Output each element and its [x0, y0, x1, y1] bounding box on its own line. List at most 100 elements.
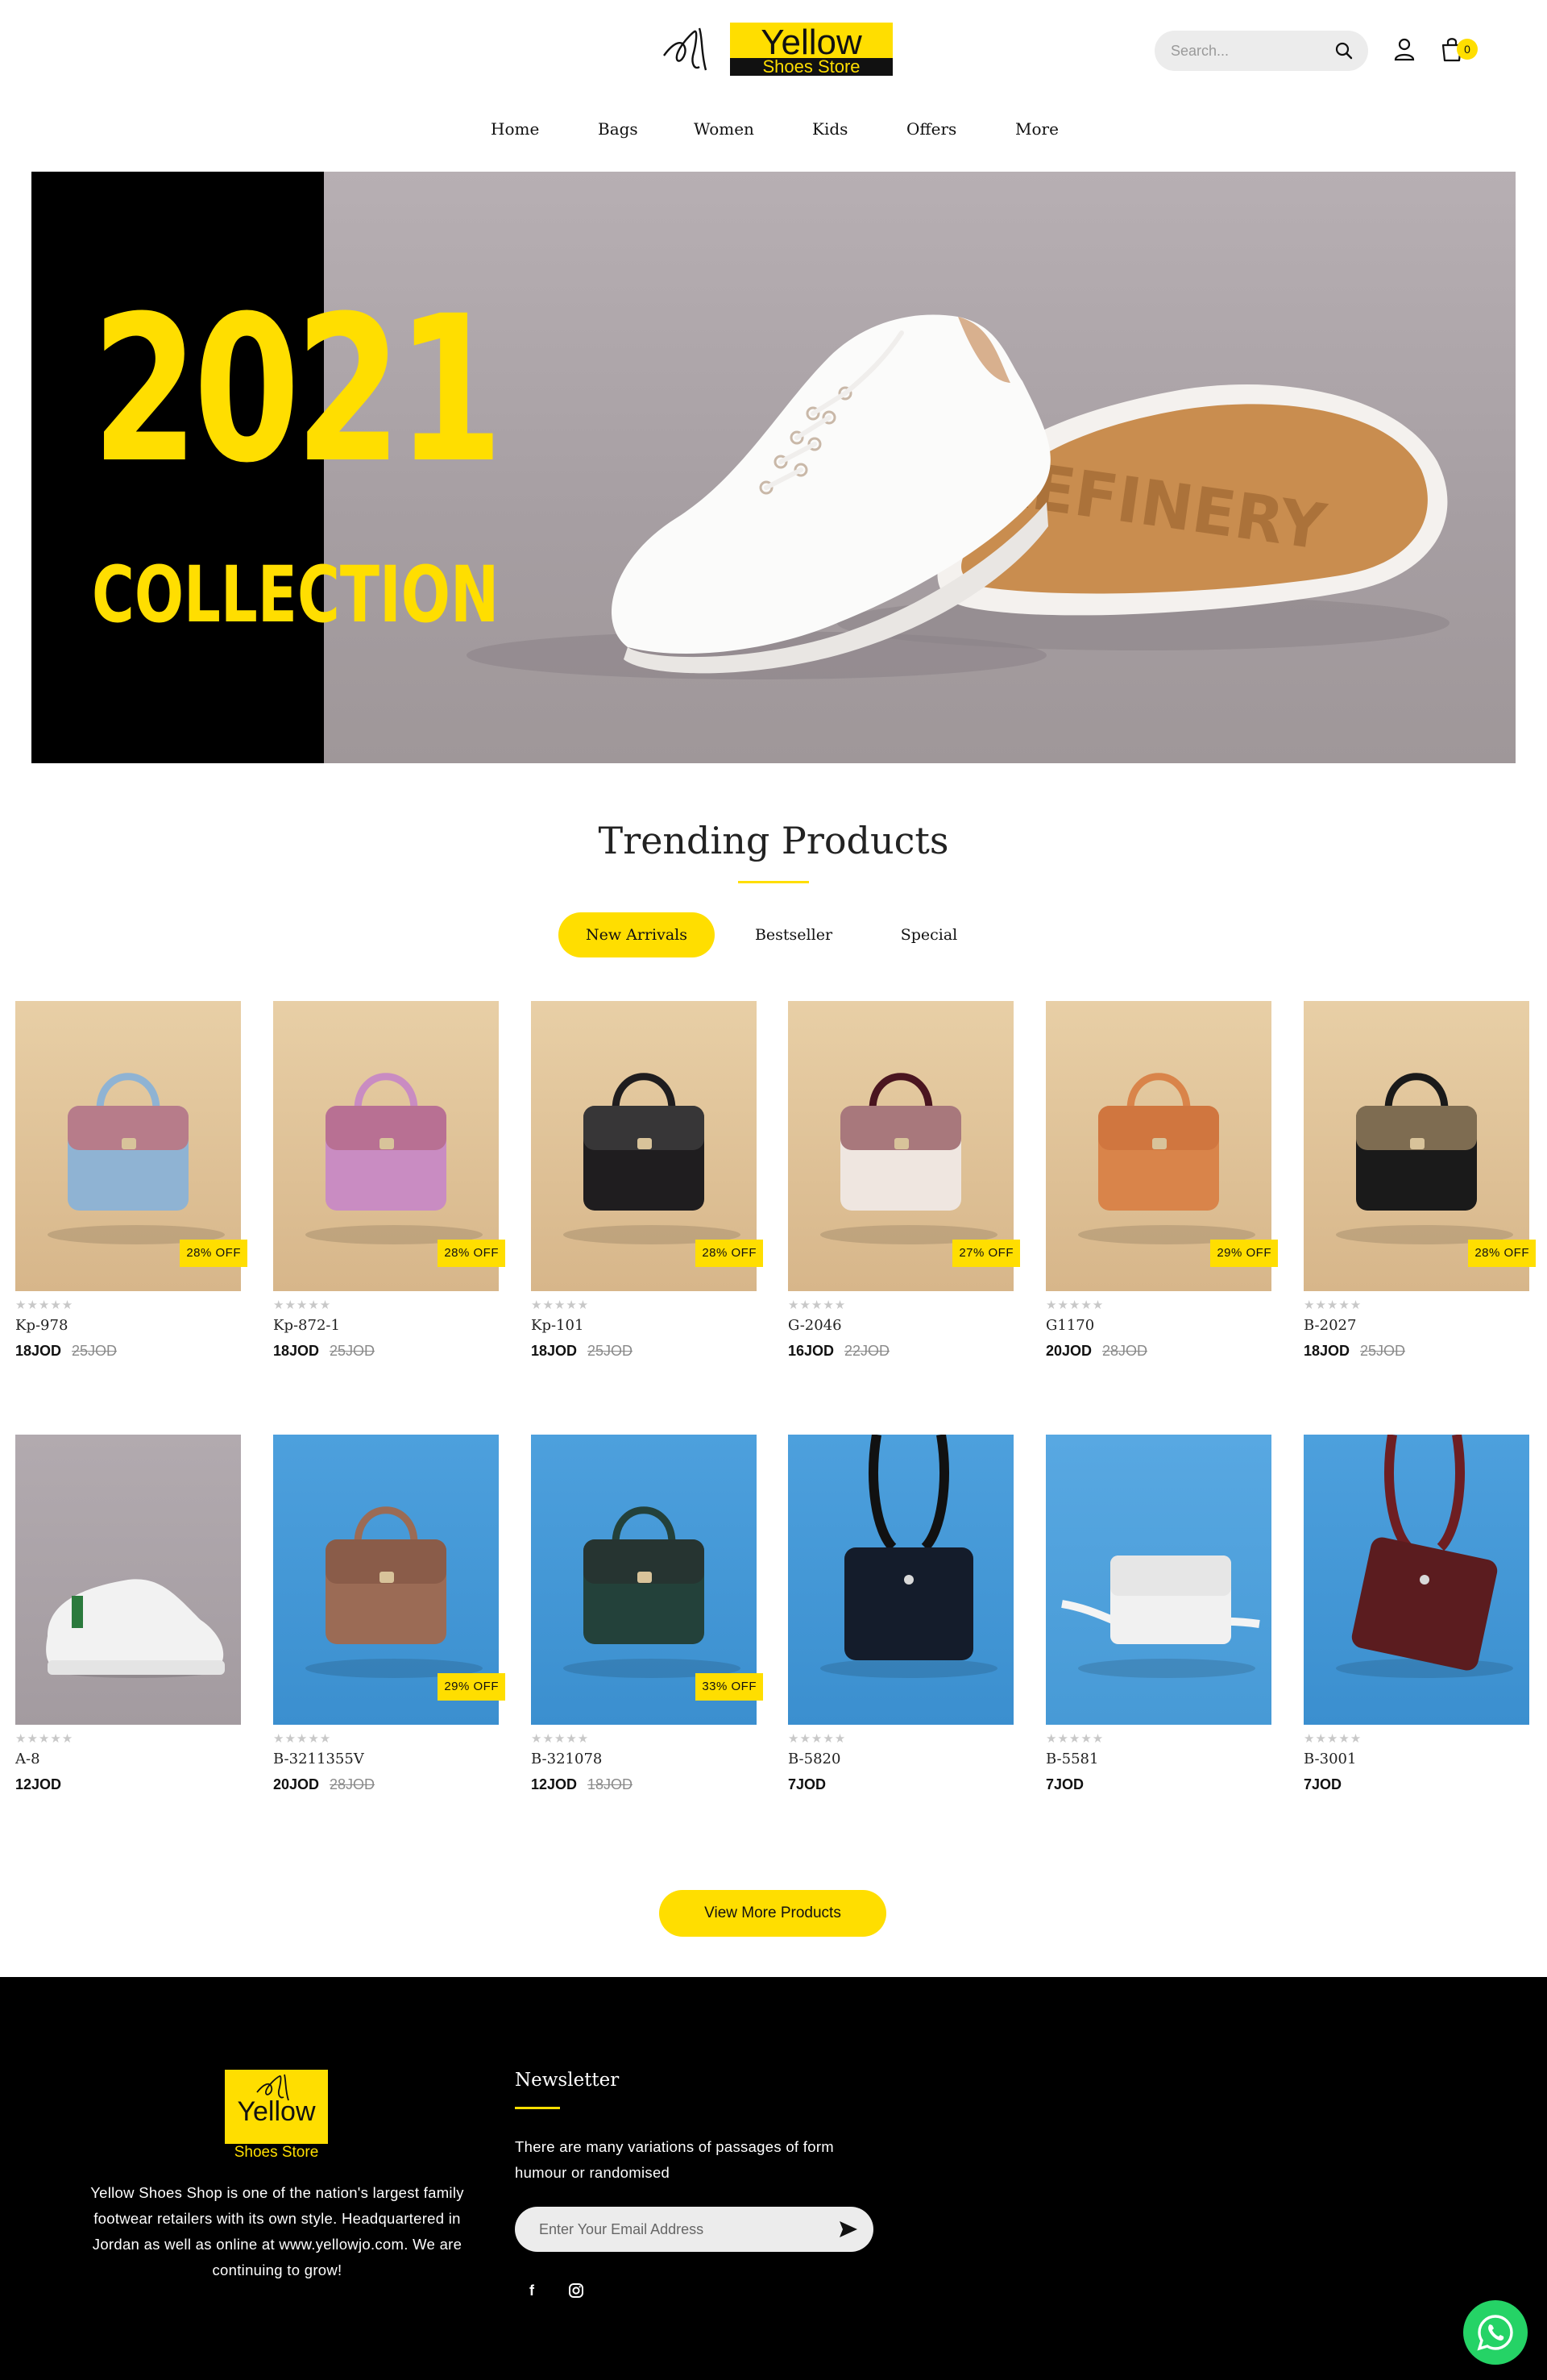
product-name[interactable]: B-5581 — [1046, 1751, 1098, 1767]
product-card[interactable]: 28% OFF ★★★★★ B-2027 18JOD 25JOD — [1304, 1001, 1536, 1359]
send-icon[interactable] — [838, 2220, 859, 2239]
discount-badge: 27% OFF — [952, 1240, 1020, 1267]
user-icon[interactable] — [1392, 37, 1416, 61]
product-name[interactable]: B-3211355V — [273, 1751, 364, 1767]
discount-badge: 28% OFF — [1468, 1240, 1536, 1267]
search-input[interactable] — [1171, 31, 1324, 71]
product-card[interactable]: ★★★★★ A-8 12JOD — [15, 1435, 241, 1792]
nav-kids[interactable]: Kids — [812, 113, 848, 145]
product-price: 18JOD — [531, 1343, 578, 1359]
product-price: 18JOD — [15, 1343, 62, 1359]
product-name[interactable]: Kp-978 — [15, 1317, 68, 1334]
tab-special[interactable]: Special — [886, 912, 972, 957]
product-price: 7JOD — [788, 1776, 827, 1792]
nav-more[interactable]: More — [1015, 113, 1059, 145]
product-card[interactable]: 27% OFF ★★★★★ G-2046 16JOD 22JOD — [788, 1001, 1020, 1359]
white-sneaker-image — [15, 1435, 241, 1725]
product-card[interactable]: 29% OFF ★★★★★ G1170 20JOD 28JOD — [1046, 1001, 1278, 1359]
rating-stars: ★★★★★ — [531, 1732, 590, 1746]
rating-stars: ★★★★★ — [273, 1298, 332, 1312]
hero-year: 2021 — [92, 272, 504, 507]
product-name[interactable]: B-2027 — [1304, 1317, 1356, 1334]
rating-stars: ★★★★★ — [1304, 1732, 1362, 1746]
logo-wordmark: Yellow Shoes Store — [730, 23, 893, 76]
discount-badge: 28% OFF — [695, 1240, 763, 1267]
hero-banner[interactable]: REFINERY 2021 COLLECTION — [31, 172, 1516, 763]
product-old-price: 25JOD — [587, 1343, 633, 1359]
nav-women[interactable]: Women — [694, 113, 754, 145]
cart-count-badge: 0 — [1457, 39, 1478, 60]
product-name[interactable]: B-321078 — [531, 1751, 602, 1767]
footer-logo[interactable]: Yellow Shoes Store — [225, 2070, 328, 2161]
product-price: 12JOD — [15, 1776, 62, 1792]
product-card[interactable]: 28% OFF ★★★★★ Kp-101 18JOD 25JOD — [531, 1001, 763, 1359]
product-name[interactable]: A-8 — [15, 1751, 40, 1767]
product-card[interactable]: 29% OFF ★★★★★ B-3211355V 20JOD 28JOD — [273, 1435, 505, 1792]
logo-subtext: Shoes Store — [730, 58, 893, 76]
newsletter-text: There are many variations of passages of… — [515, 2138, 835, 2181]
site-logo[interactable]: Yellow Shoes Store — [661, 21, 898, 77]
rating-stars: ★★★★★ — [273, 1732, 332, 1746]
section-title: Trending Products — [598, 819, 949, 862]
tab-new-arrivals[interactable]: New Arrivals — [558, 912, 715, 957]
product-name[interactable]: B-5820 — [788, 1751, 840, 1767]
newsletter-email-input[interactable] — [539, 2207, 813, 2252]
product-price: 7JOD — [1304, 1776, 1342, 1792]
product-price: 12JOD — [531, 1776, 578, 1792]
rating-stars: ★★★★★ — [788, 1298, 847, 1312]
product-card[interactable]: 33% OFF ★★★★★ B-321078 12JOD 18JOD — [531, 1435, 763, 1792]
discount-badge: 29% OFF — [438, 1673, 505, 1701]
product-tabs: New Arrivals Bestseller Special — [0, 912, 1547, 957]
search-icon[interactable] — [1334, 41, 1354, 60]
rating-stars: ★★★★★ — [788, 1732, 847, 1746]
white-crossbody-bag-image — [1046, 1435, 1271, 1725]
maroon-shoulder-bag-image — [1304, 1435, 1529, 1725]
rating-stars: ★★★★★ — [531, 1298, 590, 1312]
footer-logo-text: Yellow — [237, 2096, 316, 2127]
nav-offers[interactable]: Offers — [906, 113, 956, 145]
site-header: Yellow Shoes Store 0 Home Bags Women Kid… — [0, 0, 1547, 139]
product-old-price: 28JOD — [330, 1776, 375, 1792]
product-old-price: 25JOD — [330, 1343, 375, 1359]
rating-stars: ★★★★★ — [15, 1732, 74, 1746]
instagram-icon[interactable] — [566, 2281, 586, 2300]
product-name[interactable]: B-3001 — [1304, 1751, 1356, 1767]
product-image[interactable] — [1304, 1435, 1529, 1725]
product-old-price: 28JOD — [1102, 1343, 1148, 1359]
product-old-price: 25JOD — [72, 1343, 118, 1359]
product-price: 16JOD — [788, 1343, 835, 1359]
whatsapp-chat-button[interactable] — [1463, 2300, 1528, 2365]
product-card[interactable]: ★★★★★ B-5581 7JOD — [1046, 1435, 1271, 1792]
product-card[interactable]: ★★★★★ B-5820 7JOD — [788, 1435, 1014, 1792]
rating-stars: ★★★★★ — [1046, 1298, 1105, 1312]
signature-logo-icon — [663, 27, 707, 71]
product-card[interactable]: ★★★★★ B-3001 7JOD — [1304, 1435, 1529, 1792]
product-old-price: 25JOD — [1360, 1343, 1406, 1359]
search-box — [1155, 31, 1368, 71]
product-card[interactable]: 28% OFF ★★★★★ Kp-978 18JOD 25JOD — [15, 1001, 247, 1359]
product-price: 20JOD — [273, 1776, 320, 1792]
rating-stars: ★★★★★ — [1046, 1732, 1105, 1746]
product-name[interactable]: Kp-872-1 — [273, 1317, 340, 1334]
discount-badge: 28% OFF — [438, 1240, 505, 1267]
newsletter-underline — [515, 2107, 560, 2109]
site-footer: Yellow Shoes Store Yellow Shoes Shop is … — [0, 1977, 1547, 2380]
product-price: 18JOD — [1304, 1343, 1350, 1359]
tab-bestseller[interactable]: Bestseller — [741, 912, 846, 957]
view-more-button[interactable]: View More Products — [659, 1890, 886, 1937]
rating-stars: ★★★★★ — [1304, 1298, 1362, 1312]
navy-box-bag-image — [788, 1435, 1014, 1725]
rating-stars: ★★★★★ — [15, 1298, 74, 1312]
product-image[interactable] — [1046, 1435, 1271, 1725]
product-name[interactable]: Kp-101 — [531, 1317, 583, 1334]
facebook-icon[interactable]: f — [522, 2281, 541, 2300]
product-name[interactable]: G1170 — [1046, 1317, 1094, 1334]
product-price: 18JOD — [273, 1343, 320, 1359]
product-image[interactable] — [788, 1435, 1014, 1725]
product-image[interactable] — [15, 1435, 241, 1725]
nav-home[interactable]: Home — [491, 113, 539, 145]
product-name[interactable]: G-2046 — [788, 1317, 842, 1334]
product-card[interactable]: 28% OFF ★★★★★ Kp-872-1 18JOD 25JOD — [273, 1001, 505, 1359]
discount-badge: 29% OFF — [1210, 1240, 1278, 1267]
nav-bags[interactable]: Bags — [598, 113, 638, 145]
